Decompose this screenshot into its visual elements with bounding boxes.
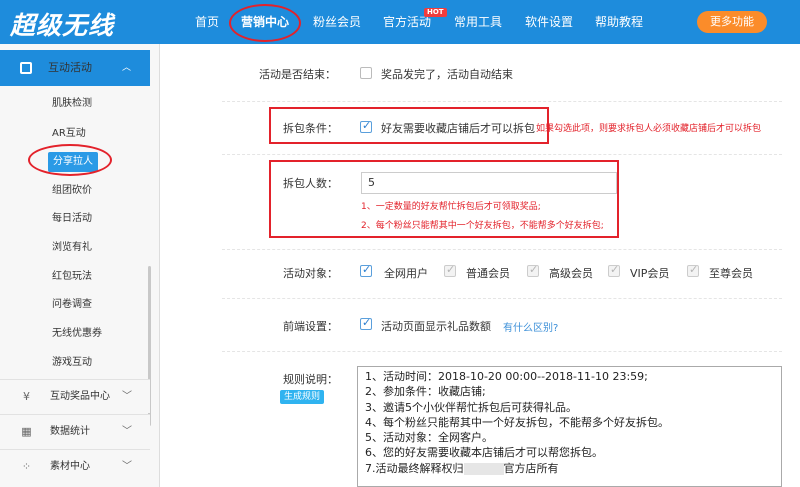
end-checkbox[interactable]	[360, 67, 372, 79]
sidebar-item-group-bargain[interactable]: 组团砍价	[52, 181, 92, 201]
rule-line: 6、您的好友需要收藏本店铺后才可以帮您拆包。	[365, 446, 603, 460]
rules-textarea[interactable]: 1、活动时间：2018-10-20 00:00--2018-11-10 23:5…	[357, 366, 782, 487]
sidebar-item-browse-gift[interactable]: 浏览有礼	[52, 238, 92, 258]
front-text: 活动页面显示礼品数额	[381, 320, 491, 333]
target-supreme-member: 至尊会员	[709, 267, 753, 280]
nav-fans-members[interactable]: 粉丝会员	[311, 0, 363, 44]
sidebar: 互动活动 ︿ 肌肤检测 AR互动 分享拉人 组团砍价 每日活动 浏览有礼 红包玩…	[0, 44, 160, 487]
sidebar-group-prize-center[interactable]: ¥ 互动奖品中心 ﹀	[0, 379, 150, 413]
rule-line: 5、活动对象：全网客户。	[365, 431, 493, 445]
rule-line: 2、参加条件：收藏店铺;	[365, 385, 486, 399]
row-divider	[222, 249, 782, 250]
sidebar-item-survey[interactable]: 问卷调查	[52, 295, 92, 315]
difference-link[interactable]: 有什么区别?	[503, 319, 558, 334]
target-normal-member: 普通会员	[466, 267, 510, 280]
sidebar-group-materials[interactable]: ⁘ 素材中心 ﹀	[0, 449, 150, 483]
app-logo: 超级无线	[10, 11, 115, 40]
rule-line: 3、邀请5个小伙伴帮忙拆包后可获得礼品。	[365, 400, 577, 414]
target-checkbox-vip[interactable]	[608, 263, 620, 277]
interactive-icon	[20, 62, 32, 74]
target-checkbox-senior[interactable]	[527, 263, 539, 277]
target-checkbox-supreme[interactable]	[687, 263, 699, 277]
sidebar-item-ar[interactable]: AR互动	[52, 124, 86, 144]
highlight-circle-nav	[229, 4, 301, 42]
target-vip-member: VIP会员	[630, 267, 670, 280]
chevron-down-icon: ﹀	[122, 426, 132, 437]
sidebar-item-game[interactable]: 游戏互动	[52, 353, 92, 373]
sidebar-group-statistics[interactable]: ▦ 数据统计 ﹀	[0, 414, 150, 448]
sidebar-item-skin-test[interactable]: 肌肤检测	[52, 94, 92, 114]
rule-line: 1、活动时间：2018-10-20 00:00--2018-11-10 23:5…	[365, 370, 648, 383]
sidebar-item-coupon[interactable]: 无线优惠券	[52, 324, 102, 344]
sidebar-group-label: 互动奖品中心	[50, 391, 110, 402]
sidebar-group-label: 素材中心	[50, 461, 90, 472]
rules-label: 规则说明：	[283, 373, 338, 386]
highlight-box-count	[269, 160, 619, 238]
nav-common-tools[interactable]: 常用工具	[452, 0, 504, 44]
nav-home[interactable]: 首页	[190, 0, 224, 44]
row-divider	[222, 351, 782, 352]
chart-icon: ▦	[21, 425, 32, 438]
nav-official-activities[interactable]: 官方活动	[381, 0, 433, 44]
nav-software-settings[interactable]: 软件设置	[523, 0, 575, 44]
target-checkbox-all[interactable]	[360, 263, 372, 277]
more-features-button[interactable]: 更多功能	[697, 11, 767, 33]
target-all-users: 全网用户	[384, 267, 428, 280]
sidebar-group-label: 数据统计	[50, 426, 90, 437]
top-navigation-bar: 超级无线 首页 营销中心 粉丝会员 官方活动 HOT 常用工具 软件设置 帮助教…	[0, 0, 800, 44]
rule-line-7: 7.活动最终解释权归 官方店所有	[365, 461, 774, 476]
front-label: 前端设置：	[283, 320, 338, 333]
rule-line: 4、每个粉丝只能帮其中一个好友拆包，不能帮多个好友拆包。	[365, 415, 669, 429]
sidebar-section-label: 互动活动	[48, 61, 92, 74]
sidebar-item-red-packet[interactable]: 红包玩法	[52, 267, 92, 287]
row-divider	[222, 298, 782, 299]
chevron-down-icon: ﹀	[122, 391, 132, 402]
yen-icon: ¥	[23, 390, 30, 403]
highlight-box-unpack	[269, 107, 549, 144]
target-senior-member: 高级会员	[549, 267, 593, 280]
target-checkbox-normal[interactable]	[444, 263, 456, 277]
chevron-up-icon: ︿	[122, 63, 132, 73]
redacted-shop-name	[463, 462, 504, 475]
nav-help-tutorial[interactable]: 帮助教程	[593, 0, 645, 44]
target-label: 活动对象：	[283, 267, 338, 280]
end-label: 活动是否结束：	[259, 68, 336, 81]
unpack-note: 如果勾选此项，则要求拆包人必须收藏店铺后才可以拆包	[536, 124, 762, 134]
sidebar-section-interactive[interactable]: 互动活动 ︿	[0, 50, 150, 86]
sidebar-item-daily[interactable]: 每日活动	[52, 209, 92, 229]
generate-rules-button[interactable]: 生成规则	[280, 390, 325, 404]
rule-text-part1: 7.活动最终解释权归	[365, 461, 464, 475]
hot-badge: HOT	[424, 8, 447, 17]
highlight-circle-sidebar	[28, 144, 112, 176]
front-checkbox[interactable]	[360, 316, 372, 330]
rule-text-part2: 官方店所有	[503, 461, 559, 475]
end-text: 奖品发完了，活动自动结束	[381, 68, 513, 81]
chevron-down-icon: ﹀	[122, 461, 132, 472]
row-divider	[222, 154, 782, 155]
row-divider	[222, 101, 782, 102]
grid-icon: ⁘	[21, 460, 32, 473]
